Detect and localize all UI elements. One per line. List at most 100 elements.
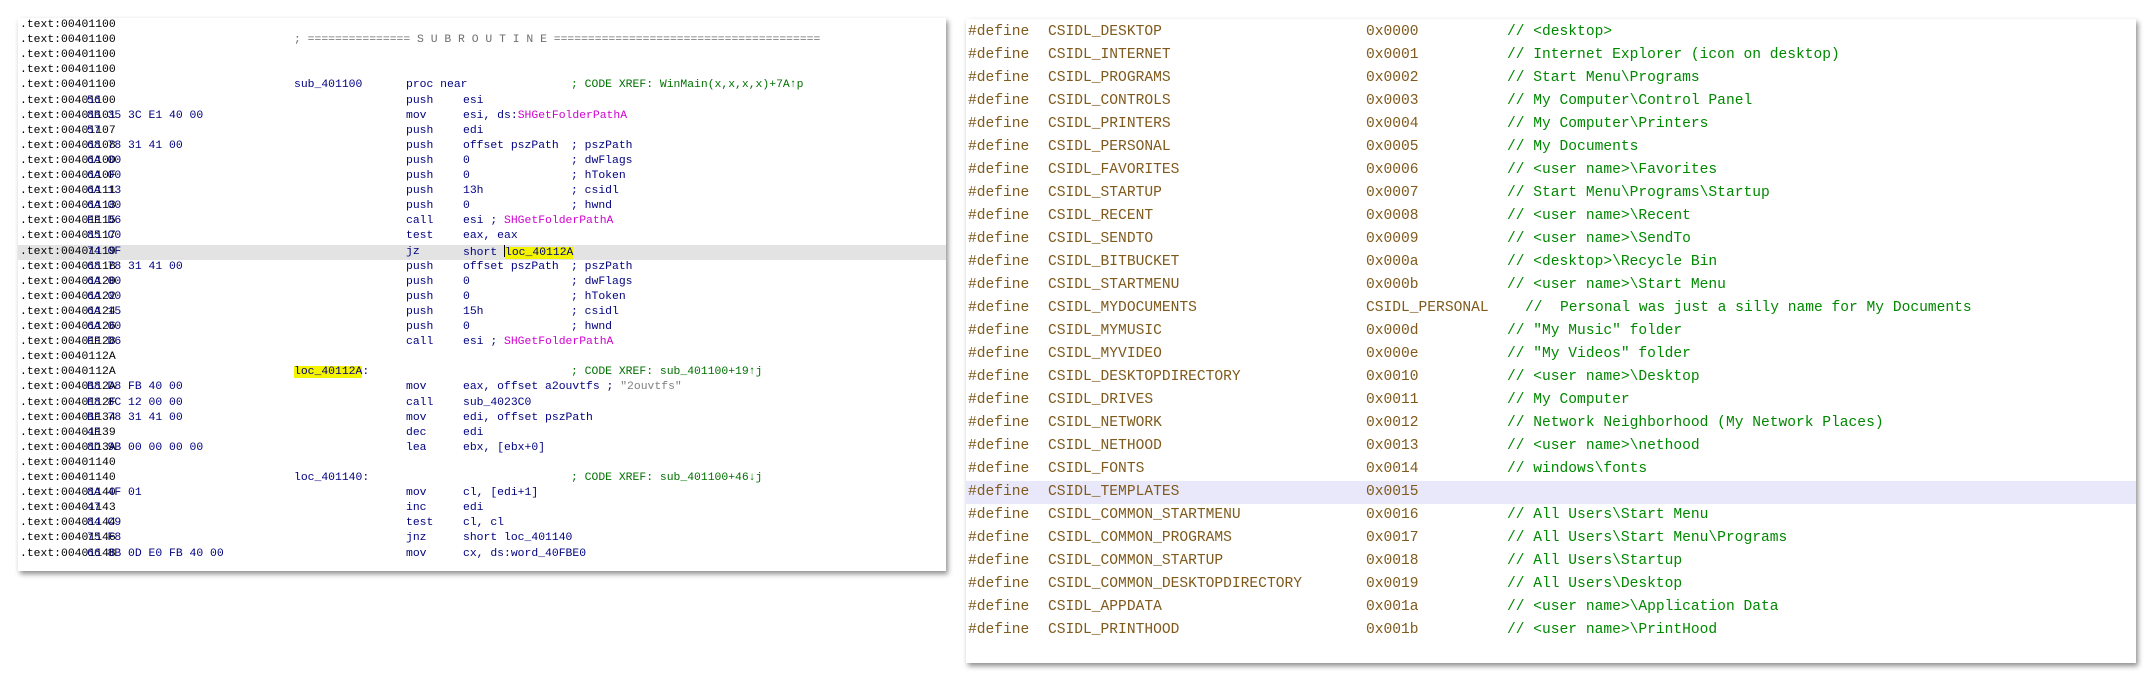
api-import-name[interactable]: SHGetFolderPathA bbox=[518, 110, 627, 122]
api-import-name[interactable]: SHGetFolderPathA bbox=[504, 215, 613, 227]
disasm-line[interactable]: .text:00401140 bbox=[18, 456, 946, 471]
define-line[interactable]: #define CSIDL_PROGRAMS 0x0002 // Start Menu… bbox=[966, 67, 2136, 90]
disasm-line[interactable]: .text:00401113 6A 00 push 0; hwnd bbox=[18, 199, 946, 214]
disasm-line[interactable]: .text:00401144 84 C9 test cl, cl bbox=[18, 516, 946, 531]
disasm-line[interactable]: .text:0040110D 6A 00 push 0; dwFlags bbox=[18, 154, 946, 169]
define-line[interactable]: #define CSIDL_DESKTOP 0x0000 // <desktop> bbox=[966, 21, 2136, 44]
code-label[interactable]: loc_40112A: bbox=[294, 365, 369, 380]
code-xref-comment[interactable]: ; CODE XREF: sub_401100+46↓j bbox=[571, 471, 762, 486]
define-line[interactable]: #define CSIDL_COMMON_PROGRAMS 0x0017 // All… bbox=[966, 527, 2136, 550]
disasm-line[interactable]: .text:00401117 85 C0 test eax, eax bbox=[18, 229, 946, 244]
define-line[interactable]: #define CSIDL_BITBUCKET 0x000a // <desktop>… bbox=[966, 251, 2136, 274]
mnemonic: push bbox=[406, 290, 434, 303]
define-line[interactable]: #define CSIDL_MYDOCUMENTS CSIDL_PERSONAL //… bbox=[966, 297, 2136, 320]
disasm-line[interactable]: .text:00401119 74 0F jz short loc_40112A bbox=[18, 244, 946, 260]
define-line[interactable]: #define CSIDL_PRINTERS 0x0004 // My Compute… bbox=[966, 113, 2136, 136]
line-comment: // <user name>\Desktop bbox=[1507, 369, 1700, 385]
operand-text: cl, [edi+1] bbox=[463, 487, 539, 500]
operand-text: 13h bbox=[463, 185, 484, 198]
disasm-line[interactable]: .text:00401100 ; =============== S U B R … bbox=[18, 33, 946, 48]
define-line[interactable]: #define CSIDL_STARTUP 0x0007 // Start Menu\… bbox=[966, 182, 2136, 205]
macro-value: 0x0003 bbox=[1366, 93, 1419, 109]
disasm-line[interactable]: .text:00401126 6A 00 push 0; hwnd bbox=[18, 320, 946, 335]
disasm-line[interactable]: .text:00401146 75 F8 jnz short loc_401140 bbox=[18, 531, 946, 546]
mnemonic: push bbox=[406, 200, 434, 213]
code-xref-comment[interactable]: ; CODE XREF: WinMain(x,x,x,x)+7A↑p bbox=[571, 78, 803, 93]
disasm-line[interactable]: .text:0040112A B8 D8 FB 40 00 mov eax, offs… bbox=[18, 380, 946, 395]
disasm-line[interactable]: .text:00401120 6A 00 push 0; dwFlags bbox=[18, 275, 946, 290]
macro-name: CSIDL_PROGRAMS bbox=[1048, 70, 1171, 86]
disasm-line[interactable]: .text:0040112A bbox=[18, 350, 946, 365]
define-keyword: #define bbox=[968, 231, 1030, 247]
disasm-line[interactable]: .text:00401100 bbox=[18, 48, 946, 63]
operand-text: 0 bbox=[463, 154, 470, 167]
define-line[interactable]: #define CSIDL_NETHOOD 0x0013 // <user name>… bbox=[966, 435, 2136, 458]
jump-target-label[interactable]: loc_40112A bbox=[505, 246, 574, 259]
disasm-line[interactable]: .text:00401100 56 push esi bbox=[18, 94, 946, 109]
macro-value: 0x0005 bbox=[1366, 139, 1419, 155]
define-line[interactable]: #define CSIDL_DESKTOPDIRECTORY 0x0010 // <u… bbox=[966, 366, 2136, 389]
define-line[interactable]: #define CSIDL_STARTMENU 0x000b // <user nam… bbox=[966, 274, 2136, 297]
define-line[interactable]: #define CSIDL_FONTS 0x0014 // windows\fonts bbox=[966, 458, 2136, 481]
line-comment: // My Computer\Printers bbox=[1507, 116, 1709, 132]
define-line[interactable]: #define CSIDL_COMMON_DESKTOPDIRECTORY 0x00… bbox=[966, 573, 2136, 596]
operand-text: esi ; bbox=[463, 215, 505, 228]
disasm-line[interactable]: .text:0040112F E8 8C 12 00 00 call sub_4023… bbox=[18, 396, 946, 411]
disasm-line[interactable]: .text:00401140 8A 4F 01 mov cl, [edi+1] bbox=[18, 486, 946, 501]
disasm-line[interactable]: .text:00401108 68 78 31 41 00 push offset p… bbox=[18, 139, 946, 154]
line-comment: // <user name>\Application Data bbox=[1507, 599, 1779, 615]
define-line[interactable]: #define CSIDL_SENDTO 0x0009 // <user name>\… bbox=[966, 228, 2136, 251]
define-line[interactable]: #define CSIDL_PERSONAL 0x0005 // My Documen… bbox=[966, 136, 2136, 159]
disasm-line[interactable]: .text:00401100 sub_401100 proc near ; CODE … bbox=[18, 78, 946, 93]
label-text[interactable]: sub_401100 bbox=[294, 79, 362, 91]
define-line[interactable]: #define CSIDL_MYVIDEO 0x000e // "My Videos"… bbox=[966, 343, 2136, 366]
disasm-line[interactable]: .text:00401115 FF D6 call esi ; SHGetFolder… bbox=[18, 214, 946, 229]
operands: esi ; SHGetFolderPathA bbox=[463, 335, 613, 350]
disasm-line[interactable]: .text:0040112A loc_40112A: ; CODE XREF: su… bbox=[18, 365, 946, 380]
define-line[interactable]: #define CSIDL_CONTROLS 0x0003 // My Compute… bbox=[966, 90, 2136, 113]
code-xref-comment[interactable]: ; CODE XREF: sub_401100+19↑j bbox=[571, 365, 762, 380]
opcode-bytes: 75 F8 bbox=[87, 532, 122, 545]
macro-name: CSIDL_MYDOCUMENTS bbox=[1048, 300, 1197, 316]
define-line[interactable]: #define CSIDL_COMMON_STARTMENU 0x0016 // Al… bbox=[966, 504, 2136, 527]
define-line[interactable]: #define CSIDL_MYMUSIC 0x000d // "My Music" … bbox=[966, 320, 2136, 343]
api-import-name[interactable]: SHGetFolderPathA bbox=[504, 336, 613, 348]
operand-text: edi, offset pszPath bbox=[463, 411, 593, 424]
disasm-line[interactable]: .text:00401122 6A 00 push 0; hToken bbox=[18, 290, 946, 305]
csidl-defines-code-panel[interactable]: #define CSIDL_DESKTOP 0x0000// <desktop> #d… bbox=[966, 19, 2136, 663]
define-line[interactable]: #define CSIDL_INTERNET 0x0001 // Internet E… bbox=[966, 44, 2136, 67]
define-line[interactable]: #define CSIDL_PRINTHOOD 0x001b // <user nam… bbox=[966, 619, 2136, 642]
define-line[interactable]: #define CSIDL_DRIVES 0x0011 // My Computer bbox=[966, 389, 2136, 412]
disasm-line[interactable]: .text:00401134 BF 78 31 41 00 mov edi, offs… bbox=[18, 411, 946, 426]
define-line[interactable]: #define CSIDL_APPDATA 0x001a // <user name>… bbox=[966, 596, 2136, 619]
disasm-line[interactable]: .text:00401139 4F dec edi bbox=[18, 426, 946, 441]
code-label[interactable]: loc_401140: bbox=[294, 471, 369, 486]
disasm-line[interactable]: .text:00401128 FF D6 call esi ; SHGetFolder… bbox=[18, 335, 946, 350]
disassembly-listing-panel[interactable]: .text:00401100 .text:00401100 ; ==========… bbox=[18, 18, 946, 571]
disasm-line[interactable]: .text:00401111 6A 13 push 13h; csidl bbox=[18, 184, 946, 199]
define-line[interactable]: #define CSIDL_COMMON_STARTUP 0x0018 // All … bbox=[966, 550, 2136, 573]
disasm-line[interactable]: .text:00401100 bbox=[18, 18, 946, 33]
disasm-line[interactable]: .text:0040111B 68 78 31 41 00 push offset p… bbox=[18, 260, 946, 275]
define-line[interactable]: #define CSIDL_TEMPLATES 0x0015 bbox=[966, 481, 2136, 504]
disasm-line[interactable]: .text:00401101 8B 35 3C E1 40 00 mov esi, d… bbox=[18, 109, 946, 124]
address: .text:0040112A bbox=[20, 366, 116, 379]
disasm-line[interactable]: .text:00401140 loc_401140: ; CODE XREF: su… bbox=[18, 471, 946, 486]
label-text[interactable]: loc_40112A bbox=[294, 366, 363, 379]
define-line[interactable]: #define CSIDL_NETWORK 0x0012 // Network Nei… bbox=[966, 412, 2136, 435]
disasm-line[interactable]: .text:0040113A 8D 9B 00 00 00 00 lea ebx, [… bbox=[18, 441, 946, 456]
address: .text:00401139 bbox=[20, 426, 116, 439]
define-line[interactable]: #define CSIDL_RECENT 0x0008 // <user name>\… bbox=[966, 205, 2136, 228]
define-line[interactable]: #define CSIDL_FAVORITES 0x0006 // <user nam… bbox=[966, 159, 2136, 182]
disasm-line[interactable]: .text:00401143 47 inc edi bbox=[18, 501, 946, 516]
code-label[interactable]: sub_401100 bbox=[294, 78, 362, 93]
disasm-line[interactable]: .text:00401124 6A 15 push 15h; csidl bbox=[18, 305, 946, 320]
operands: 15h bbox=[463, 305, 484, 320]
disasm-line[interactable]: .text:0040110F 6A 00 push 0; hToken bbox=[18, 169, 946, 184]
disasm-line[interactable]: .text:00401100 bbox=[18, 63, 946, 78]
operand-text: eax, offset a2ouvtfs ; bbox=[463, 381, 621, 394]
macro-value: 0x0004 bbox=[1366, 116, 1419, 132]
label-text[interactable]: loc_401140: bbox=[294, 472, 369, 484]
disasm-line[interactable]: .text:00401107 57 push edi bbox=[18, 124, 946, 139]
disasm-line[interactable]: .text:00401148 66 8B 0D E0 FB 40 00 mov cx,… bbox=[18, 547, 946, 562]
